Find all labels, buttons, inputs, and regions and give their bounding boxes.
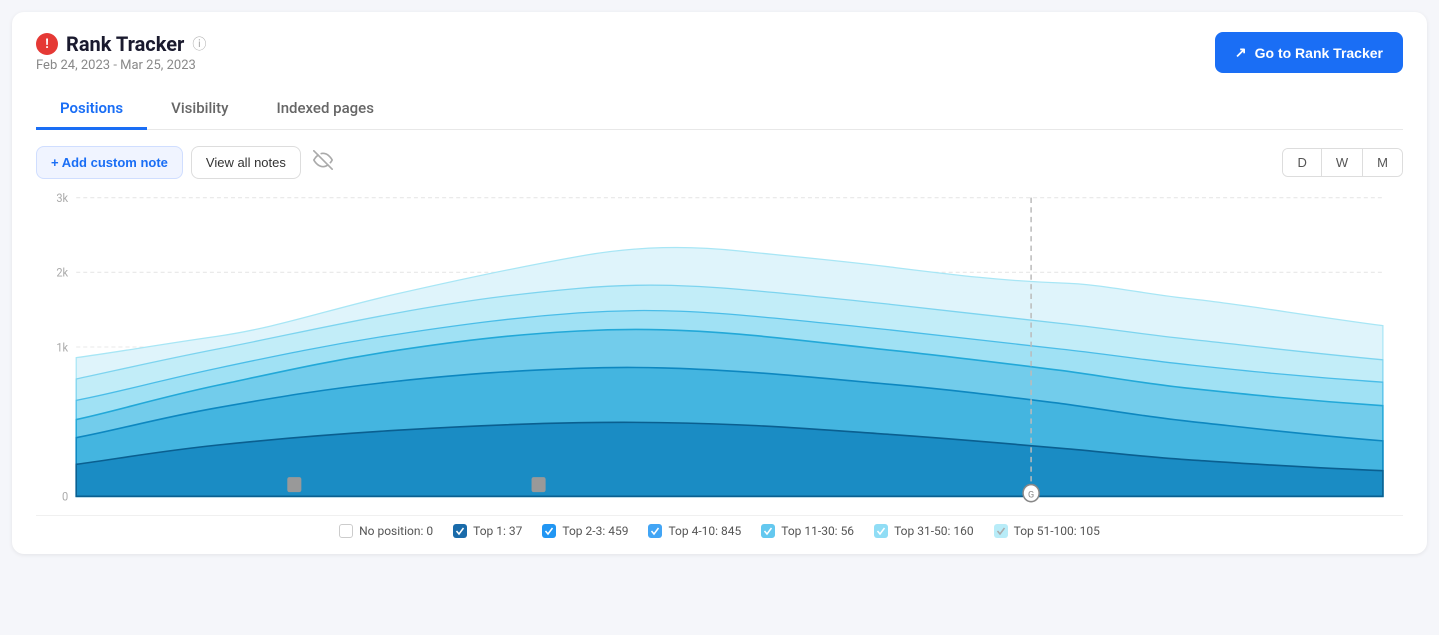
svg-text:Sep 16: Sep 16 (195, 504, 229, 507)
period-week-button[interactable]: W (1322, 149, 1363, 176)
app-title: Rank Tracker (66, 32, 184, 56)
svg-text:Nov 9: Nov 9 (711, 504, 739, 507)
svg-text:Nov 1: Nov 1 (625, 504, 653, 507)
legend-top4-10-icon (648, 524, 662, 538)
legend-top4-10[interactable]: Top 4-10: 845 (648, 524, 741, 538)
tab-indexed-pages[interactable]: Indexed pages (252, 89, 397, 130)
svg-text:Oct 17: Oct 17 (454, 504, 486, 507)
view-all-notes-button[interactable]: View all notes (191, 146, 301, 179)
period-month-button[interactable]: M (1363, 149, 1402, 176)
legend-no-position[interactable]: No position: 0 (339, 524, 433, 538)
go-to-rank-tracker-button[interactable]: ↗ Go to Rank Tracker (1215, 32, 1403, 73)
date-range: Feb 24, 2023 - Mar 25, 2023 (36, 58, 206, 73)
svg-text:Oct 7: Oct 7 (375, 504, 401, 507)
legend-top11-30[interactable]: Top 11-30: 56 (761, 524, 854, 538)
tab-positions[interactable]: Positions (36, 89, 147, 130)
legend-top2-3[interactable]: Top 2-3: 459 (542, 524, 628, 538)
chart-container: 3k 2k 1k 0 G Sep 9 (36, 187, 1403, 507)
legend-top11-30-icon (761, 524, 775, 538)
legend-top31-50[interactable]: Top 31-50: 160 (874, 524, 974, 538)
tab-visibility[interactable]: Visibility (147, 89, 252, 130)
period-day-button[interactable]: D (1283, 149, 1321, 176)
svg-text:2k: 2k (56, 265, 68, 279)
legend-top51-100[interactable]: Top 51-100: 105 (994, 524, 1100, 538)
svg-text:Dec 9: Dec 9 (1017, 504, 1045, 507)
svg-text:Sep 23: Sep 23 (277, 504, 311, 507)
legend-no-position-icon (339, 524, 353, 538)
rank-tracker-icon: ! (36, 33, 58, 55)
legend-top31-50-icon (874, 524, 888, 538)
legend-top51-100-icon (994, 524, 1008, 538)
svg-text:Oct 20: Oct 20 (523, 504, 555, 507)
svg-text:1k: 1k (56, 340, 68, 354)
legend-top1-icon (453, 524, 467, 538)
svg-text:Sep 9: Sep 9 (113, 504, 141, 507)
svg-text:Dec 9: Dec 9 (1268, 504, 1296, 507)
go-btn-icon: ↗ (1235, 44, 1247, 61)
tab-bar: Positions Visibility Indexed pages (36, 89, 1403, 130)
period-selector: D W M (1282, 148, 1403, 177)
svg-text:Dec 9: Dec 9 (1349, 504, 1377, 507)
legend-top2-3-icon (542, 524, 556, 538)
svg-text:Dec 9: Dec 9 (967, 504, 995, 507)
svg-text:Dec 9: Dec 9 (1168, 504, 1196, 507)
add-custom-note-button[interactable]: + Add custom note (36, 146, 183, 179)
svg-text:Nov 22: Nov 22 (797, 504, 832, 507)
info-icon[interactable]: ⓘ (192, 34, 206, 54)
toggle-notes-button[interactable] (309, 146, 337, 179)
chart-toolbar: + Add custom note View all notes D W M (36, 146, 1403, 179)
svg-text:G: G (1028, 489, 1034, 500)
svg-text:0: 0 (62, 489, 68, 503)
svg-text:Dec 9: Dec 9 (1088, 504, 1116, 507)
svg-text:3k: 3k (56, 191, 68, 205)
chart-legend: No position: 0 Top 1: 37 Top 2-3: 459 To… (36, 515, 1403, 538)
legend-top1[interactable]: Top 1: 37 (453, 524, 522, 538)
chart-svg: 3k 2k 1k 0 G Sep 9 (36, 187, 1403, 507)
svg-text:Dec 2: Dec 2 (884, 504, 912, 507)
